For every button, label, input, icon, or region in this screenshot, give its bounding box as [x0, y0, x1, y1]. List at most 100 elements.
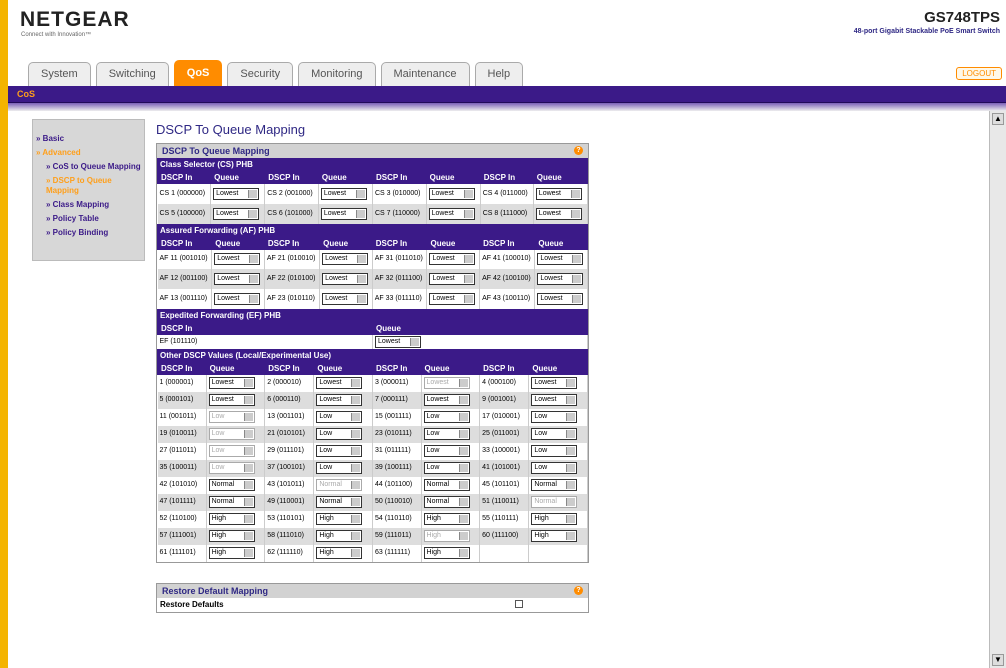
tab-help[interactable]: Help [474, 62, 524, 86]
queue-select[interactable]: Low [531, 462, 578, 474]
dscp-column-header: DSCP In [263, 236, 321, 250]
tab-system[interactable]: System [28, 62, 91, 86]
queue-select[interactable]: Lowest [531, 394, 578, 406]
queue-select[interactable]: Lowest [316, 377, 363, 390]
queue-cell: Low [206, 442, 266, 460]
queue-select[interactable]: Lowest [322, 253, 369, 266]
ef-dscp: EF (101110) [157, 334, 373, 349]
queue-select[interactable]: Lowest [535, 207, 582, 220]
queue-select[interactable]: Lowest [322, 293, 369, 305]
queue-select[interactable]: Low [316, 462, 363, 474]
queue-select[interactable]: Lowest [320, 187, 367, 200]
queue-cell: Lowest [534, 269, 588, 289]
subnav-cos[interactable]: CoS [17, 89, 35, 99]
sidebar-item[interactable]: » Policy Table [36, 214, 141, 224]
queue-select[interactable]: Lowest [537, 253, 584, 266]
queue-select[interactable]: Low [423, 411, 470, 423]
help-icon[interactable]: ? [574, 585, 583, 595]
dscp-cell: 55 (110111) [479, 510, 530, 528]
help-icon[interactable]: ? [574, 146, 583, 155]
queue-select[interactable]: Low [316, 428, 363, 440]
queue-cell: Low [313, 459, 373, 477]
scroll-up-icon[interactable]: ▲ [992, 113, 1004, 125]
queue-select[interactable]: Lowest [423, 377, 470, 390]
queue-select[interactable]: Normal [423, 479, 470, 491]
queue-select[interactable]: Normal [531, 496, 578, 508]
queue-select[interactable]: Normal [531, 479, 578, 491]
queue-select[interactable]: Lowest [428, 187, 475, 200]
queue-select[interactable]: Lowest [214, 273, 261, 285]
queue-select[interactable]: Lowest [214, 293, 261, 305]
dscp-cell: CS 4 (011000) [480, 183, 534, 204]
queue-select[interactable]: Lowest [208, 394, 255, 406]
queue-select[interactable]: Lowest [320, 207, 367, 220]
queue-select[interactable]: Low [208, 411, 255, 423]
queue-select[interactable]: Lowest [537, 293, 584, 305]
queue-select[interactable]: Lowest [322, 273, 369, 285]
queue-select[interactable]: Lowest [535, 187, 582, 200]
queue-select[interactable]: Lowest [214, 253, 261, 266]
queue-select[interactable]: High [316, 530, 363, 542]
queue-select[interactable]: Low [208, 445, 255, 457]
ef-queue-select[interactable]: Lowest [375, 336, 421, 348]
queue-select[interactable]: Lowest [428, 207, 475, 220]
queue-select[interactable]: Low [423, 462, 470, 474]
sidebar-item[interactable]: » Class Mapping [36, 200, 141, 210]
queue-select[interactable]: Normal [208, 496, 255, 508]
queue-select[interactable]: Lowest [316, 394, 363, 406]
sidebar-item[interactable]: » Policy Binding [36, 228, 141, 238]
sidebar: » Basic » Advanced » CoS to Queue Mapping »… [32, 119, 145, 261]
scrollbar[interactable]: ▲ ▼ [989, 111, 1006, 668]
queue-select[interactable]: Low [531, 445, 578, 457]
queue-select[interactable]: Low [531, 411, 578, 423]
queue-select[interactable]: Normal [423, 496, 470, 508]
scroll-down-icon[interactable]: ▼ [992, 654, 1004, 666]
queue-select[interactable]: Lowest [213, 187, 260, 200]
queue-select[interactable]: Lowest [537, 273, 584, 285]
queue-select[interactable]: High [423, 547, 470, 559]
tab-monitoring[interactable]: Monitoring [298, 62, 376, 86]
sidebar-item[interactable]: » Advanced [36, 148, 141, 158]
dscp-cell: 31 (011111) [372, 442, 422, 460]
tab-security[interactable]: Security [227, 62, 294, 86]
queue-select[interactable]: High [208, 513, 255, 525]
queue-select[interactable]: High [316, 547, 363, 559]
queue-select[interactable]: Lowest [531, 377, 578, 390]
other-section-title: Other DSCP Values (Local/Experimental Us… [157, 349, 588, 362]
queue-select[interactable]: High [531, 530, 578, 542]
queue-select[interactable]: Low [531, 428, 578, 440]
queue-cell: Low [313, 442, 373, 460]
queue-select[interactable]: Lowest [429, 253, 476, 266]
queue-cell: Lowest [211, 289, 265, 309]
queue-select[interactable]: Normal [316, 479, 363, 491]
tab-qos[interactable]: QoS [173, 60, 223, 86]
panel-header: DSCP To Queue Mapping? [157, 144, 588, 158]
sidebar-item[interactable]: » CoS to Queue Mapping [36, 162, 141, 172]
queue-select[interactable]: Lowest [208, 377, 255, 390]
tab-maintenance[interactable]: Maintenance [380, 62, 470, 86]
tab-switching[interactable]: Switching [95, 62, 169, 86]
queue-select[interactable]: Low [316, 445, 363, 457]
ef-table: DSCP In Queue EF (101110) Lowest [157, 322, 588, 349]
queue-select[interactable]: Low [423, 445, 470, 457]
queue-select[interactable]: High [208, 547, 255, 559]
queue-select[interactable]: Lowest [429, 293, 476, 305]
queue-select[interactable]: Lowest [423, 394, 470, 406]
queue-select[interactable]: High [316, 513, 363, 525]
queue-select[interactable]: Lowest [429, 273, 476, 285]
queue-select[interactable]: Low [208, 462, 255, 474]
queue-select[interactable]: Low [423, 428, 470, 440]
queue-select[interactable]: High [423, 530, 470, 542]
logout-button[interactable]: LOGOUT [956, 67, 1002, 80]
sidebar-item[interactable]: » DSCP to Queue Mapping [36, 176, 141, 196]
queue-select[interactable]: Lowest [213, 207, 260, 220]
sidebar-item[interactable]: » Basic [36, 134, 141, 144]
queue-select[interactable]: Low [316, 411, 363, 423]
queue-select[interactable]: High [531, 513, 578, 525]
queue-select[interactable]: High [208, 530, 255, 542]
restore-defaults-checkbox[interactable] [515, 599, 523, 608]
queue-select[interactable]: Normal [208, 479, 255, 491]
queue-select[interactable]: High [423, 513, 470, 525]
queue-select[interactable]: Low [208, 428, 255, 440]
queue-select[interactable]: Normal [316, 496, 363, 508]
